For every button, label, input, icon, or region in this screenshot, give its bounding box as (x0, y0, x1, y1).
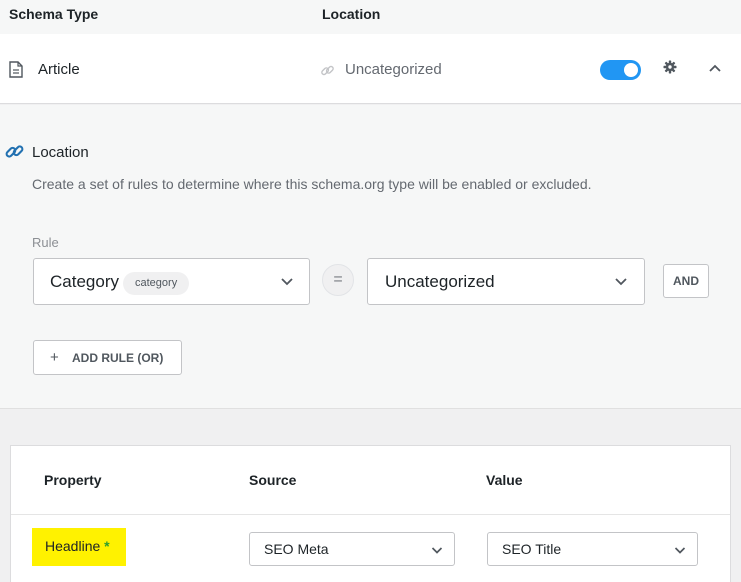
rule-value-select[interactable]: Uncategorized (367, 258, 645, 305)
location-section-title: Location (32, 144, 89, 161)
column-header-value: Value (486, 472, 523, 488)
chevron-down-icon (281, 278, 293, 286)
location-description: Create a set of rules to determine where… (32, 176, 592, 192)
add-rule-label: ADD RULE (OR) (72, 351, 164, 365)
column-header-location: Location (322, 6, 381, 22)
property-name: Headline * (45, 538, 110, 554)
chevron-down-icon (431, 547, 443, 554)
location-rules-panel: Location Create a set of rules to determ… (0, 105, 741, 409)
schema-properties-table: Property Source Value Headline * SEO Met… (10, 445, 731, 582)
and-rule-button[interactable]: AND (663, 264, 709, 298)
link-icon (5, 145, 24, 158)
property-headline: Headline * (32, 528, 126, 566)
schema-enabled-toggle[interactable] (600, 60, 641, 80)
schema-type-label: Article (38, 61, 80, 78)
column-header-property: Property (44, 472, 102, 488)
rule-field-value: Category (50, 272, 119, 291)
rule-field-select[interactable]: Category category (33, 258, 310, 305)
properties-table-header: Property Source Value (11, 446, 730, 515)
rule-label: Rule (32, 235, 59, 250)
schema-list-header: Schema Type Location (0, 0, 741, 34)
link-icon (321, 65, 334, 76)
column-header-schema-type: Schema Type (9, 6, 99, 22)
source-select-value: SEO Meta (264, 541, 329, 557)
schema-row-article[interactable]: Article Uncategorized (0, 34, 741, 104)
rule-value-value: Uncategorized (385, 272, 495, 291)
plus-icon: + (50, 349, 59, 366)
source-select[interactable]: SEO Meta (249, 532, 455, 566)
gear-icon[interactable] (662, 59, 678, 75)
value-select[interactable]: SEO Title (487, 532, 698, 566)
chevron-down-icon (674, 547, 686, 554)
rule-field-tag: category (123, 272, 190, 295)
column-header-source: Source (249, 472, 297, 488)
value-select-value: SEO Title (502, 541, 562, 557)
rule-operator: = (322, 264, 354, 296)
chevron-down-icon (615, 278, 627, 286)
toggle-knob (624, 63, 638, 77)
schema-location-value: Uncategorized (345, 61, 442, 78)
required-marker: * (104, 538, 110, 554)
add-rule-or-button[interactable]: + ADD RULE (OR) (33, 340, 182, 375)
document-icon (9, 61, 23, 78)
chevron-up-icon[interactable] (707, 60, 723, 76)
